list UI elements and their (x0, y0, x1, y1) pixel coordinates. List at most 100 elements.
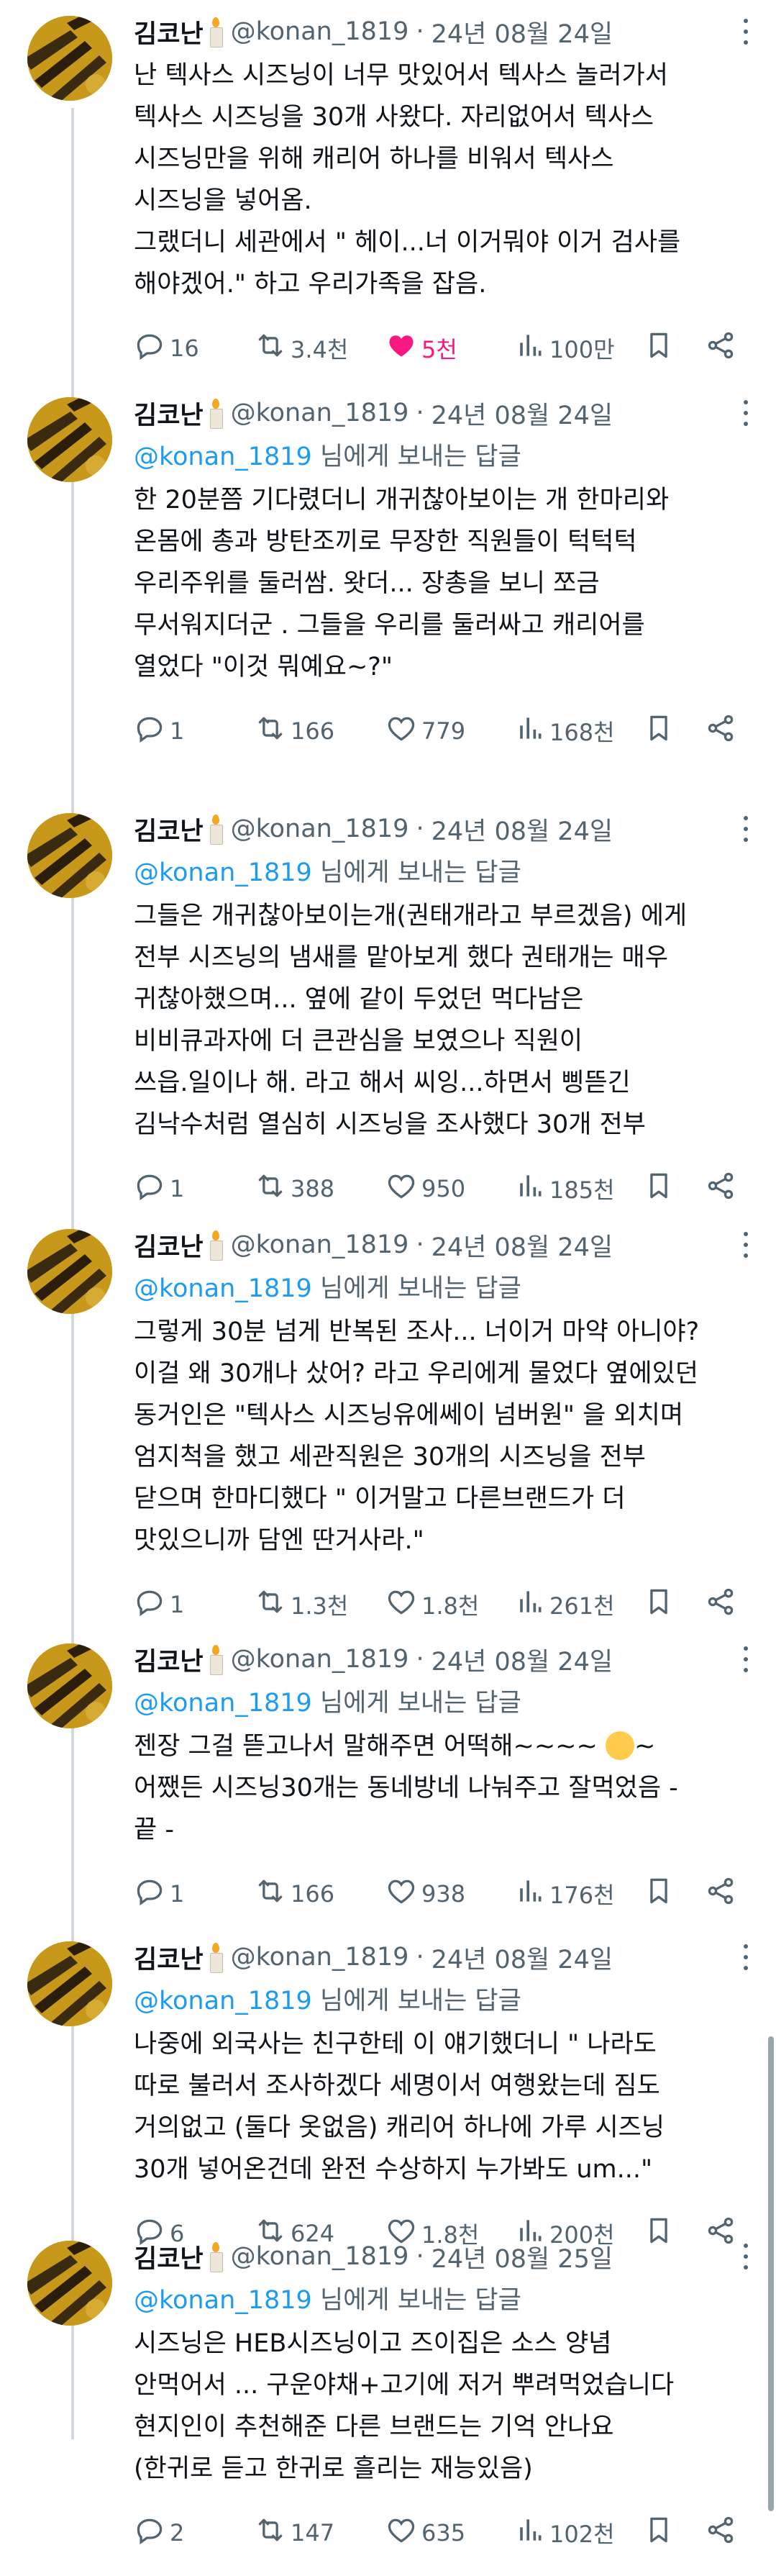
like-button[interactable]: 938 (385, 1872, 465, 1915)
tweet[interactable]: 김코난 @konan_1819 · 24년 08월 24일 @konan_1819 님에… (0, 797, 776, 1232)
like-count: 779 (421, 717, 466, 745)
avatar[interactable] (27, 2241, 112, 2326)
tweet-text-line: 쓰읍.일이나 해. 라고 해서 씨잉...하면서 삥뜯긴 (134, 1069, 631, 1097)
author-handle[interactable]: @konan_1819 (231, 815, 409, 843)
author-handle[interactable]: @konan_1819 (231, 399, 409, 427)
like-button[interactable]: 635 (385, 2511, 465, 2554)
bookmark-button[interactable] (643, 1872, 679, 1915)
more-options-icon[interactable] (743, 1232, 749, 1258)
share-button[interactable] (705, 327, 741, 370)
author-handle[interactable]: @konan_1819 (231, 17, 409, 46)
author-name[interactable]: 김코난 (134, 1939, 204, 1976)
tweet-date[interactable]: 24년 08월 24일 (432, 395, 613, 432)
views-count: 261천 (549, 1592, 615, 1620)
reply-button[interactable]: 2 (134, 2511, 184, 2554)
candle-icon (208, 1645, 224, 1675)
reply-to-mention[interactable]: @konan_1819 (134, 1987, 312, 2015)
candle-icon (208, 2242, 224, 2272)
tweet[interactable]: 김코난 @konan_1819 · 24년 08월 25일 @konan_1819 님에… (0, 2225, 776, 2576)
share-button[interactable] (705, 1872, 741, 1915)
scrollbar[interactable] (768, 2036, 774, 2511)
avatar[interactable] (27, 1643, 112, 1728)
tweet-date[interactable]: 24년 08월 25일 (432, 2239, 613, 2275)
avatar[interactable] (27, 1229, 112, 1314)
like-button[interactable]: 779 (385, 709, 465, 753)
tweet[interactable]: 김코난 @konan_1819 · 24년 08월 24일 @konan_1819 님에… (0, 381, 776, 774)
like-button[interactable]: 950 (385, 1167, 465, 1210)
bookmark-button[interactable] (643, 2511, 679, 2554)
more-options-icon[interactable] (743, 19, 749, 45)
avatar[interactable] (27, 1941, 112, 2026)
tweet-text-line: 텍사스 시즈닝을 30개 사왔다. 자리없어서 텍사스 (134, 103, 654, 132)
reply-to-mention[interactable]: @konan_1819 (134, 443, 312, 471)
author-handle[interactable]: @konan_1819 (231, 1645, 409, 1674)
share-icon (705, 2514, 741, 2552)
author-name[interactable]: 김코난 (134, 2239, 204, 2275)
views-button[interactable]: 168천 (513, 709, 615, 753)
tweet-text-line: 시즈닝을 넣어옴. (134, 186, 312, 215)
retweet-button[interactable]: 3.4천 (255, 327, 348, 370)
views-button[interactable]: 100만 (513, 327, 615, 370)
share-button[interactable] (705, 1583, 741, 1626)
avatar[interactable] (27, 813, 112, 898)
retweet-button[interactable]: 1.3천 (255, 1583, 348, 1626)
more-options-icon[interactable] (743, 2244, 749, 2269)
candle-icon (208, 815, 224, 845)
tweet-date[interactable]: 24년 08월 24일 (432, 1939, 613, 1976)
views-button[interactable]: 102천 (513, 2511, 615, 2554)
reply-to-line: @konan_1819 님에게 보내는 답글 (134, 436, 521, 473)
reply-button[interactable]: 1 (134, 1872, 184, 1915)
retweet-button[interactable]: 388 (255, 1167, 334, 1210)
views-button[interactable]: 261천 (513, 1583, 615, 1626)
reply-button[interactable]: 1 (134, 709, 184, 753)
more-options-icon[interactable] (743, 400, 749, 426)
author-name[interactable]: 김코난 (134, 395, 204, 432)
author-handle[interactable]: @konan_1819 (231, 1943, 409, 1972)
retweet-button[interactable]: 147 (255, 2511, 334, 2554)
bookmark-button[interactable] (643, 1167, 679, 1210)
views-button[interactable]: 176천 (513, 1872, 615, 1915)
reply-count: 1 (170, 1175, 185, 1202)
reply-to-mention[interactable]: @konan_1819 (134, 858, 312, 887)
tweet-date[interactable]: 24년 08월 24일 (432, 1641, 613, 1678)
tweet[interactable]: 김코난 @konan_1819 · 24년 08월 24일 @konan_1819 님에… (0, 1926, 776, 2277)
share-button[interactable] (705, 709, 741, 753)
like-button[interactable]: 5천 (385, 327, 457, 370)
bookmark-button[interactable] (643, 327, 679, 370)
bookmark-icon (643, 712, 679, 750)
tweet-text-line: 젠장 그걸 뜯고나서 말해주면 어떡해~~~~ ~ (134, 1725, 745, 1767)
more-options-icon[interactable] (743, 1944, 749, 1970)
avatar[interactable] (27, 397, 112, 482)
tweet-date[interactable]: 24년 08월 24일 (432, 14, 613, 50)
share-button[interactable] (705, 2511, 741, 2554)
bookmark-button[interactable] (643, 1583, 679, 1626)
reply-button[interactable]: 1 (134, 1167, 184, 1210)
more-options-icon[interactable] (743, 816, 749, 842)
author-name[interactable]: 김코난 (134, 1641, 204, 1678)
share-button[interactable] (705, 1167, 741, 1210)
tweet-date[interactable]: 24년 08월 24일 (432, 811, 613, 848)
like-button[interactable]: 1.8천 (385, 1583, 479, 1626)
author-name[interactable]: 김코난 (134, 1227, 204, 1264)
tweet-text: 그들은 개귀찮아보이는개(권태개라고 부르겠음) 에게 전부 시즈닝의 냄새를 맡… (134, 895, 745, 1146)
more-options-icon[interactable] (743, 1646, 749, 1672)
bookmark-button[interactable] (643, 709, 679, 753)
reply-to-mention[interactable]: @konan_1819 (134, 1689, 312, 1718)
tweet[interactable]: 김코난 @konan_1819 · 24년 08월 24일 난 텍사스 시즈닝이 너무 … (0, 0, 776, 391)
author-name[interactable]: 김코난 (134, 14, 204, 50)
avatar[interactable] (27, 16, 112, 101)
tweet[interactable]: 김코난 @konan_1819 · 24년 08월 24일 @konan_1819 님에… (0, 1213, 776, 1648)
author-handle[interactable]: @konan_1819 (231, 2242, 409, 2271)
retweet-button[interactable]: 166 (255, 709, 334, 753)
tweet-date[interactable]: 24년 08월 24일 (432, 1227, 613, 1264)
tweet[interactable]: 김코난 @konan_1819 · 24년 08월 24일 @konan_1819 님에… (0, 1628, 776, 1937)
views-button[interactable]: 185천 (513, 1167, 615, 1210)
reply-to-mention[interactable]: @konan_1819 (134, 1274, 312, 1303)
retweet-button[interactable]: 166 (255, 1872, 334, 1915)
tweet-text: 한 20분쯤 기다렸더니 개귀찮아보이는 개 한마리와 온몸에 총과 방탄조끼로 … (134, 479, 745, 688)
reply-button[interactable]: 16 (134, 327, 199, 370)
author-handle[interactable]: @konan_1819 (231, 1230, 409, 1259)
author-name[interactable]: 김코난 (134, 811, 204, 848)
reply-to-mention[interactable]: @konan_1819 (134, 2286, 312, 2315)
reply-button[interactable]: 1 (134, 1583, 184, 1626)
